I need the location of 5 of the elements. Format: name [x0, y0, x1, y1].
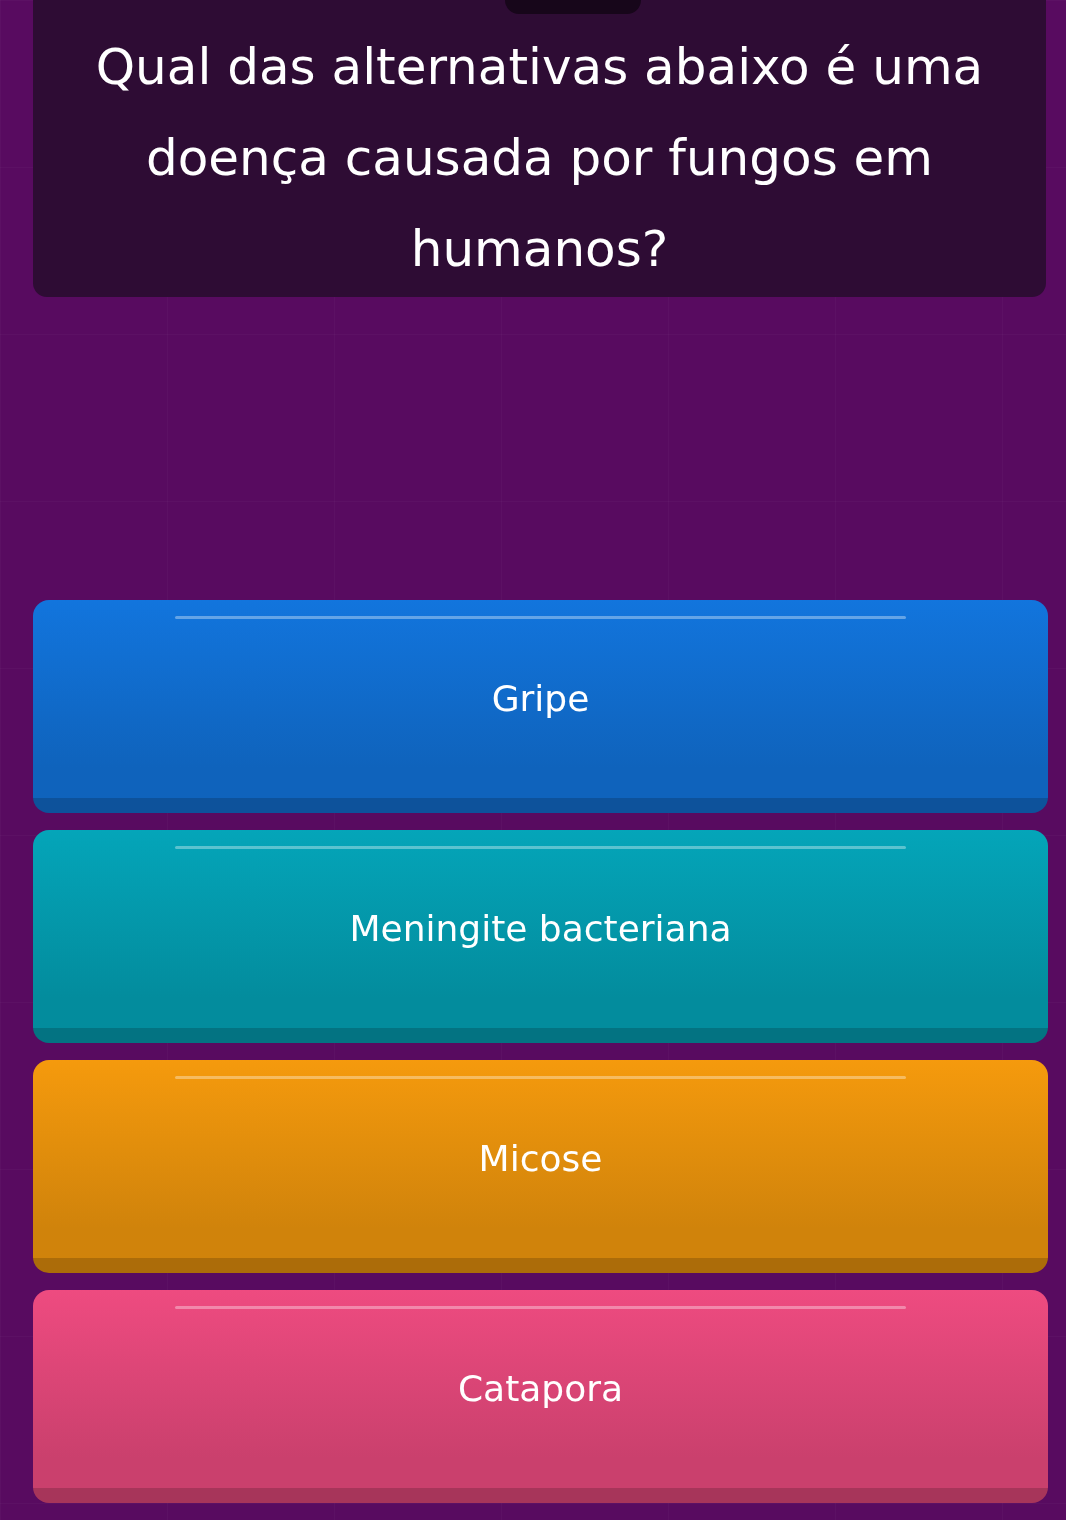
question-text: Qual das alternativas abaixo é uma doença causada por fungos em humanos? — [94, 37, 985, 280]
answer-option[interactable]: Micose — [33, 1060, 1048, 1273]
answer-option[interactable]: Meningite bacteriana — [33, 830, 1048, 1043]
answer-option[interactable]: Gripe — [33, 600, 1048, 813]
answer-option[interactable]: Catapora — [33, 1290, 1048, 1503]
